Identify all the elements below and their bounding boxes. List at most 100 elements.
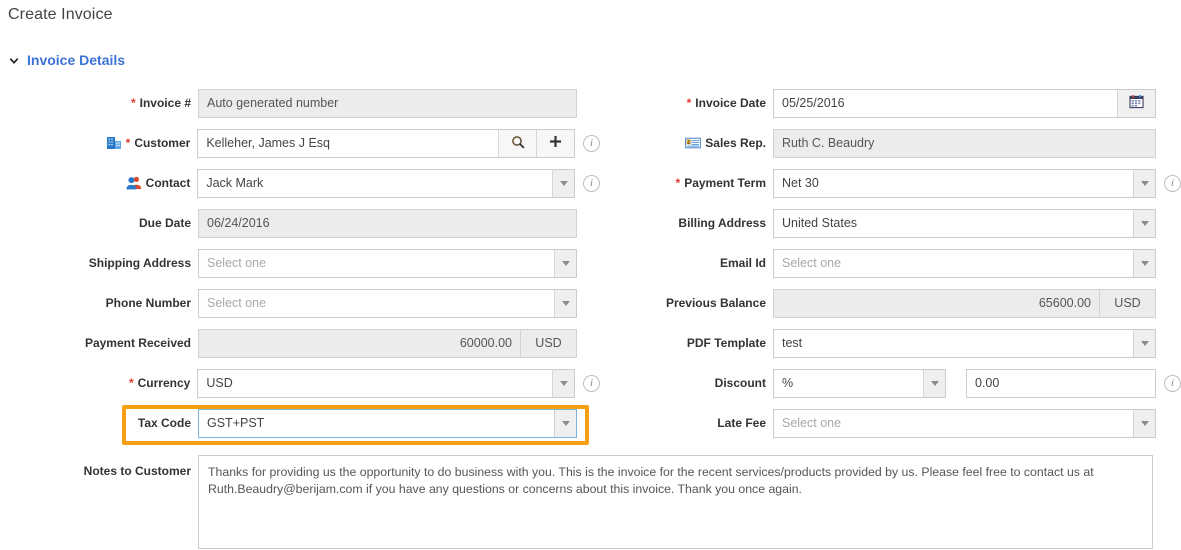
label-billing-address: Billing Address xyxy=(678,216,766,230)
calendar-icon xyxy=(1129,94,1144,112)
label-notes-to-customer: Notes to Customer xyxy=(83,464,191,478)
due-date-input[interactable]: 06/24/2016 xyxy=(198,208,577,238)
phone-number-select[interactable]: Select one xyxy=(198,288,577,318)
chevron-down-icon[interactable] xyxy=(554,289,576,317)
pdf-template-select[interactable]: test xyxy=(773,328,1156,358)
label-pdf-template: PDF Template xyxy=(686,336,766,350)
currency-info-icon[interactable]: i xyxy=(583,374,600,392)
field-row-notes-to-customer: Notes to Customer Thanks for providing u… xyxy=(0,455,1181,549)
required-marker: * xyxy=(686,96,692,110)
field-row-currency: * Currency USD i xyxy=(0,368,600,398)
required-marker: * xyxy=(125,136,131,150)
late-fee-select[interactable]: Select one xyxy=(773,408,1156,438)
email-id-value: Select one xyxy=(782,255,842,270)
previous-balance-currency: USD xyxy=(1099,289,1155,317)
label-previous-balance: Previous Balance xyxy=(665,296,766,310)
shipping-address-select[interactable]: Select one xyxy=(198,248,577,278)
late-fee-value: Select one xyxy=(782,415,842,430)
field-row-billing-address: Billing Address United States xyxy=(600,208,1181,238)
chevron-down-icon[interactable] xyxy=(552,169,574,197)
email-id-select[interactable]: Select one xyxy=(773,248,1156,278)
page-title: Create Invoice xyxy=(8,6,113,23)
sales-rep-input[interactable]: Ruth C. Beaudry xyxy=(773,128,1156,158)
people-icon xyxy=(126,175,142,191)
customer-add-button[interactable] xyxy=(536,129,574,157)
currency-select[interactable]: USD xyxy=(197,368,575,398)
field-row-previous-balance: Previous Balance 65600.00 USD xyxy=(600,288,1181,318)
invoice-number-input[interactable]: Auto generated number xyxy=(198,88,577,118)
payment-term-select[interactable]: Net 30 xyxy=(773,168,1156,198)
field-row-customer: * Customer Kelleher, James J Esq i xyxy=(0,128,600,158)
field-row-invoice-number: * Invoice # Auto generated number xyxy=(0,88,600,118)
required-marker: * xyxy=(675,176,681,190)
chevron-down-icon[interactable] xyxy=(1133,249,1155,277)
chevron-down-icon[interactable] xyxy=(1133,329,1155,357)
field-row-discount: Discount % 0.00 i xyxy=(600,368,1181,398)
label-email-id: Email Id xyxy=(719,256,766,270)
chevron-down-icon[interactable] xyxy=(923,369,945,397)
chevron-down-icon[interactable] xyxy=(1133,409,1155,437)
label-discount: Discount xyxy=(714,376,766,390)
contact-card-icon xyxy=(685,135,702,151)
billing-address-value: United States xyxy=(782,215,858,230)
customer-value[interactable]: Kelleher, James J Esq xyxy=(198,130,498,157)
label-currency: * Currency xyxy=(128,376,191,390)
discount-type-value: % xyxy=(782,375,794,390)
plus-icon xyxy=(549,135,562,151)
field-row-sales-rep: Sales Rep. Ruth C. Beaudry xyxy=(600,128,1181,158)
chevron-down-icon[interactable] xyxy=(554,249,576,277)
shipping-address-value: Select one xyxy=(207,255,267,270)
payment-received-value[interactable]: 60000.00 xyxy=(199,330,520,357)
label-invoice-number: * Invoice # xyxy=(130,96,191,110)
field-row-payment-received: Payment Received 60000.00 USD xyxy=(0,328,600,358)
label-tax-code: Tax Code xyxy=(137,416,191,430)
previous-balance-input-group: 65600.00 USD xyxy=(773,288,1156,318)
invoice-date-calendar-button[interactable] xyxy=(1117,89,1155,117)
tax-code-select[interactable]: GST+PST xyxy=(198,408,577,438)
payment-received-currency: USD xyxy=(520,329,576,357)
field-row-pdf-template: PDF Template test xyxy=(600,328,1181,358)
label-customer: * Customer xyxy=(0,135,197,151)
required-marker: * xyxy=(128,376,134,390)
previous-balance-value: 65600.00 xyxy=(1038,295,1091,310)
contact-value: Jack Mark xyxy=(206,175,264,190)
field-row-late-fee: Late Fee Select one xyxy=(600,408,1181,438)
notes-to-customer-textarea[interactable]: Thanks for providing us the opportunity … xyxy=(198,455,1153,549)
chevron-down-icon[interactable] xyxy=(554,409,576,437)
tax-code-value: GST+PST xyxy=(207,415,265,430)
customer-input-group: Kelleher, James J Esq xyxy=(197,128,575,158)
phone-number-value: Select one xyxy=(207,295,267,310)
label-payment-term: * Payment Term xyxy=(675,176,766,190)
contact-info-icon[interactable]: i xyxy=(583,174,600,192)
label-due-date: Due Date xyxy=(138,216,191,230)
field-row-invoice-date: * Invoice Date 05/25/2016 xyxy=(600,88,1181,118)
currency-value: USD xyxy=(206,375,233,390)
invoice-date-value[interactable]: 05/25/2016 xyxy=(774,90,1117,117)
label-payment-received: Payment Received xyxy=(84,336,191,350)
field-row-tax-code: Tax Code GST+PST xyxy=(0,408,600,438)
required-marker: * xyxy=(130,96,136,110)
customer-search-button[interactable] xyxy=(498,129,536,157)
pdf-template-value: test xyxy=(782,335,803,350)
field-row-email-id: Email Id Select one xyxy=(600,248,1181,278)
due-date-value: 06/24/2016 xyxy=(207,215,270,230)
discount-info-icon[interactable]: i xyxy=(1164,374,1181,392)
search-icon xyxy=(511,135,525,152)
customer-info-icon[interactable]: i xyxy=(583,134,600,152)
section-header-invoice-details[interactable]: Invoice Details xyxy=(8,52,125,68)
contact-select[interactable]: Jack Mark xyxy=(197,168,575,198)
chevron-down-icon[interactable] xyxy=(552,369,574,397)
label-late-fee: Late Fee xyxy=(717,416,766,430)
payment-term-info-icon[interactable]: i xyxy=(1164,174,1181,192)
payment-term-value: Net 30 xyxy=(782,175,819,190)
invoice-number-value: Auto generated number xyxy=(207,95,339,110)
sales-rep-value: Ruth C. Beaudry xyxy=(782,135,875,150)
discount-type-select[interactable]: % xyxy=(773,368,946,398)
label-contact: Contact xyxy=(0,175,197,191)
chevron-down-icon[interactable] xyxy=(1133,169,1155,197)
billing-address-select[interactable]: United States xyxy=(773,208,1156,238)
payment-received-input-group: 60000.00 USD xyxy=(198,328,577,358)
building-icon xyxy=(106,135,122,151)
discount-amount-input[interactable]: 0.00 xyxy=(966,368,1156,398)
chevron-down-icon[interactable] xyxy=(1133,209,1155,237)
